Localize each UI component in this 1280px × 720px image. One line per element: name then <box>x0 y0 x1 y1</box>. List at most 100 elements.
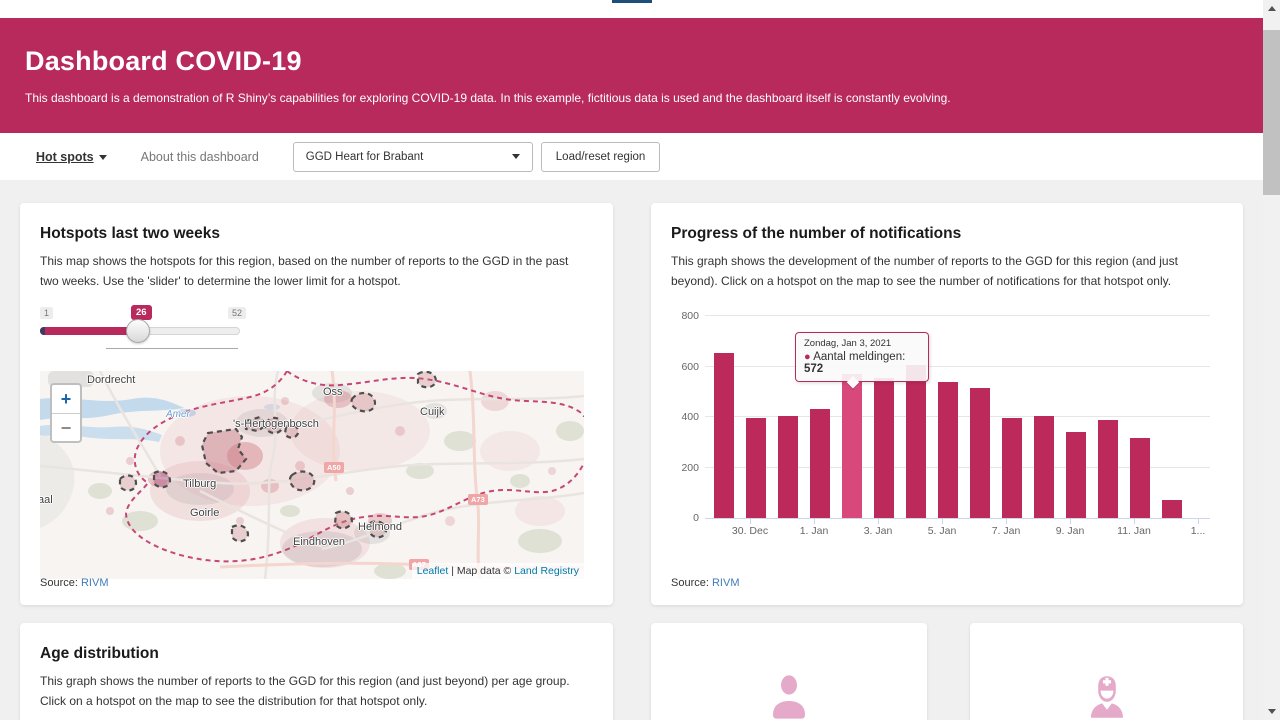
chart-gridline <box>705 315 1210 316</box>
chart-bar[interactable] <box>906 365 926 518</box>
slider-value-badge: 26 <box>131 305 152 320</box>
slider-min-label: 1 <box>40 307 53 319</box>
map-water-label: Amer <box>166 409 190 420</box>
tab-hot-spots[interactable]: Hot spots <box>36 150 107 164</box>
hotspot-threshold-slider[interactable]: 1 52 26 <box>40 307 260 353</box>
hotspots-card-description: This map shows the hotspots for this reg… <box>40 251 588 291</box>
load-reset-region-button[interactable]: Load/reset region <box>541 142 661 172</box>
map-city-label: Goirle <box>190 507 219 519</box>
y-axis-tick-label: 200 <box>671 462 699 474</box>
slider-grid-line <box>106 348 238 349</box>
map-city-label: 's-Hertogenbosch <box>233 418 319 430</box>
page-scrollbar[interactable] <box>1263 0 1280 720</box>
chart-bar[interactable] <box>714 353 734 518</box>
tab-hot-spots-label: Hot spots <box>36 150 94 164</box>
tooltip-series-line: ● Aantal meldingen: 572 <box>804 351 920 375</box>
leaflet-link[interactable]: Leaflet <box>417 565 449 577</box>
chart-bar[interactable] <box>1002 418 1022 519</box>
chart-bar[interactable] <box>1162 500 1182 518</box>
x-axis-tick-label: 7. Jan <box>974 525 1038 537</box>
age-card-title: Age distribution <box>40 645 593 663</box>
land-registry-link[interactable]: Land Registry <box>514 565 579 577</box>
browser-top-strip <box>0 0 1263 18</box>
road-badge: A50 <box>324 462 344 473</box>
hotspots-card: Hotspots last two weeks This map shows t… <box>20 203 613 605</box>
series-dot-icon: ● <box>804 351 811 363</box>
chart-bar[interactable] <box>1130 438 1150 518</box>
y-axis-tick-label: 0 <box>671 512 699 524</box>
chart-bar[interactable] <box>1098 420 1118 518</box>
x-axis-tick-label: 1. Jan <box>782 525 846 537</box>
x-axis-tick <box>1070 519 1071 524</box>
map-city-label: Eindhoven <box>293 536 345 548</box>
map-attribution: Leaflet | Map data © Land Registry <box>412 563 584 579</box>
scrollbar-down-arrow-icon[interactable] <box>1268 709 1276 714</box>
x-axis-tick <box>942 519 943 524</box>
map-city-label: Tilburg <box>183 478 216 490</box>
region-select-value: GGD Heart for Brabant <box>306 151 424 163</box>
chart-bar[interactable] <box>938 382 958 518</box>
chart-bar[interactable] <box>970 388 990 518</box>
x-axis-tick <box>814 519 815 524</box>
notifications-chart: 0200400600800 Zondag, Jan 3, 2021 ● Aant… <box>671 301 1223 544</box>
navbar: Hot spots About this dashboard GGD Heart… <box>0 133 1263 180</box>
x-axis-tick-label: 9. Jan <box>1038 525 1102 537</box>
chart-bar[interactable] <box>842 374 862 518</box>
tooltip-date: Zondag, Jan 3, 2021 <box>804 338 920 349</box>
map-city-label: aal <box>40 494 53 506</box>
content-area: Hotspots last two weeks This map shows t… <box>0 180 1263 720</box>
user-nurse-icon <box>990 673 1223 720</box>
page-title: Dashboard COVID-19 <box>25 46 1238 77</box>
tab-about-dashboard[interactable]: About this dashboard <box>141 150 259 164</box>
scrollbar-thumb[interactable] <box>1263 30 1280 195</box>
road-badge: A73 <box>468 494 488 505</box>
caret-down-icon <box>99 155 107 160</box>
notifications-plot: Zondag, Jan 3, 2021 ● Aantal meldingen: … <box>705 317 1210 519</box>
map-city-label: Helmond <box>358 521 402 533</box>
x-axis-tick <box>1198 519 1199 524</box>
x-axis-tick <box>1006 519 1007 524</box>
notifications-card-title: Progress of the number of notifications <box>671 225 1223 243</box>
tooltip-value: 572 <box>804 363 823 375</box>
zoom-in-button[interactable]: + <box>52 385 80 413</box>
scrollbar-up-arrow-icon[interactable] <box>1268 6 1276 11</box>
slider-fill <box>40 327 138 335</box>
tab-loading-indicator <box>612 0 652 3</box>
zoom-out-button[interactable]: − <box>52 413 80 441</box>
dashboard-header: Dashboard COVID-19 This dashboard is a d… <box>0 18 1263 133</box>
hotspots-card-title: Hotspots last two weeks <box>40 225 593 243</box>
x-axis-tick <box>878 519 879 524</box>
chart-bar[interactable] <box>778 416 798 518</box>
source-label: Source: <box>40 577 78 589</box>
x-axis-tick-label: 1... <box>1166 525 1230 537</box>
hotspots-source: Source: RIVM <box>40 577 108 589</box>
x-axis-tick-label: 5. Jan <box>910 525 974 537</box>
placeholder-card-user <box>651 623 927 720</box>
chart-bar[interactable] <box>874 378 894 518</box>
age-card-description: This graph shows the number of reports t… <box>40 671 588 711</box>
map-zoom-control: + − <box>50 383 82 443</box>
notifications-card-description: This graph shows the development of the … <box>671 251 1219 291</box>
notifications-source: Source: RIVM <box>671 577 739 589</box>
placeholder-card-nurse <box>970 623 1243 720</box>
chart-bar[interactable] <box>810 409 830 518</box>
map-city-label: Dordrecht <box>87 374 135 386</box>
rivm-link[interactable]: RIVM <box>81 577 109 589</box>
x-axis-tick <box>750 519 751 524</box>
region-select[interactable]: GGD Heart for Brabant <box>293 142 533 172</box>
chart-bar[interactable] <box>1066 432 1086 518</box>
y-axis-tick-label: 600 <box>671 361 699 373</box>
chart-bar[interactable] <box>1034 416 1054 518</box>
page-subtitle: This dashboard is a demonstration of R S… <box>25 91 1238 105</box>
x-axis-tick-label: 3. Jan <box>846 525 910 537</box>
notifications-card: Progress of the number of notifications … <box>651 203 1243 605</box>
chart-bar[interactable] <box>746 418 766 519</box>
rivm-link[interactable]: RIVM <box>712 577 740 589</box>
tooltip-label: Aantal meldingen: <box>813 351 905 363</box>
hotspots-leaflet-map[interactable]: + − DordrechtAmerpOss's-HertogenboschCui… <box>40 371 584 579</box>
select-caret-icon <box>512 154 520 159</box>
x-axis-tick-label: 30. Dec <box>718 525 782 537</box>
y-axis-tick-label: 400 <box>671 411 699 423</box>
slider-handle[interactable] <box>126 319 150 343</box>
map-city-label: Oss <box>323 386 343 398</box>
